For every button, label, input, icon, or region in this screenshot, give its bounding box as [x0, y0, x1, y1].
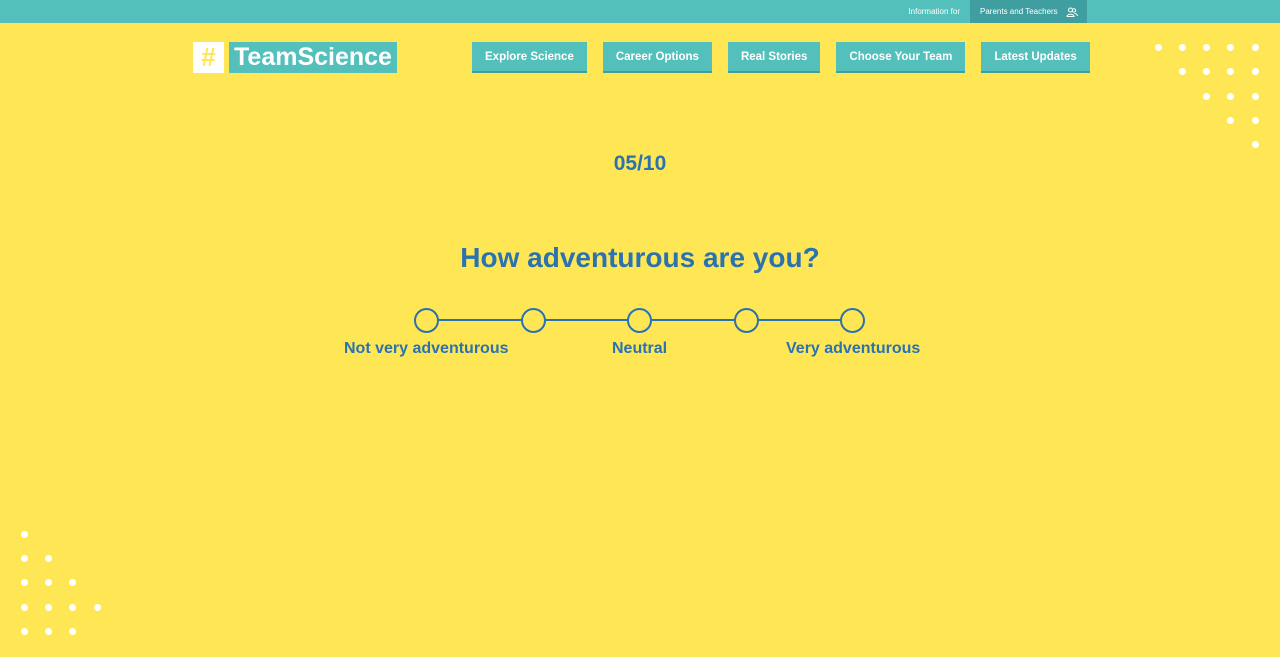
- information-for-label: Information for: [908, 7, 960, 16]
- team-science-logo[interactable]: # TeamScience: [193, 42, 397, 73]
- question-counter: 05/10: [613, 152, 667, 175]
- decor-dot: [45, 579, 52, 586]
- decor-dot: [21, 531, 28, 538]
- scale-label-high: Very adventurous: [786, 340, 921, 357]
- scale-option-1[interactable]: [414, 308, 439, 333]
- nav-choose-your-team[interactable]: Choose Your Team: [836, 42, 966, 73]
- scale-option-4[interactable]: [734, 308, 759, 333]
- scale-option-3[interactable]: [627, 308, 652, 333]
- quiz-page: Information for Parents and Teachers # T…: [0, 0, 1280, 657]
- decor-dot: [45, 555, 52, 562]
- decor-dot: [1252, 93, 1259, 100]
- decor-dot: [1227, 68, 1234, 75]
- decor-dot: [1252, 44, 1259, 51]
- decor-dot: [1227, 44, 1234, 51]
- decor-dot: [1203, 44, 1210, 51]
- decor-dot: [1227, 93, 1234, 100]
- scale-label-low: Not very adventurous: [344, 340, 509, 357]
- decor-dot: [1179, 68, 1186, 75]
- nav-explore-science[interactable]: Explore Science: [472, 42, 587, 73]
- scale-label-mid: Neutral: [612, 340, 668, 357]
- question-title: How adventurous are you?: [460, 242, 820, 273]
- scale-option-5[interactable]: [840, 308, 865, 333]
- decor-dot: [69, 604, 76, 611]
- scale-option-2[interactable]: [521, 308, 546, 333]
- logo-name: TeamScience: [229, 42, 397, 73]
- nav-real-stories[interactable]: Real Stories: [727, 42, 821, 73]
- decor-dot: [1203, 68, 1210, 75]
- decor-dot: [21, 628, 28, 635]
- decor-dot: [1179, 44, 1186, 51]
- decor-dot: [69, 579, 76, 586]
- main-nav: Explore Science Career Options Real Stor…: [472, 42, 1090, 73]
- logo-hash: #: [193, 42, 224, 73]
- nav-latest-updates[interactable]: Latest Updates: [981, 42, 1090, 73]
- nav-career-options[interactable]: Career Options: [602, 42, 712, 73]
- decor-dot: [94, 604, 101, 611]
- users-icon: [1066, 7, 1078, 17]
- decor-dot: [21, 555, 28, 562]
- parents-teachers-link[interactable]: Parents and Teachers: [970, 0, 1087, 23]
- decor-dot: [1252, 68, 1259, 75]
- top-bar: Information for Parents and Teachers: [0, 0, 1280, 23]
- decor-dot: [21, 604, 28, 611]
- decor-dot: [69, 628, 76, 635]
- parents-teachers-label: Parents and Teachers: [980, 7, 1058, 16]
- decor-dot: [45, 604, 52, 611]
- decor-dot: [1252, 141, 1259, 148]
- decor-dot: [1203, 93, 1210, 100]
- decor-dot: [1252, 117, 1259, 124]
- decor-dot: [21, 579, 28, 586]
- decor-dot: [45, 628, 52, 635]
- decor-dot: [1227, 117, 1234, 124]
- decor-dot: [1155, 44, 1162, 51]
